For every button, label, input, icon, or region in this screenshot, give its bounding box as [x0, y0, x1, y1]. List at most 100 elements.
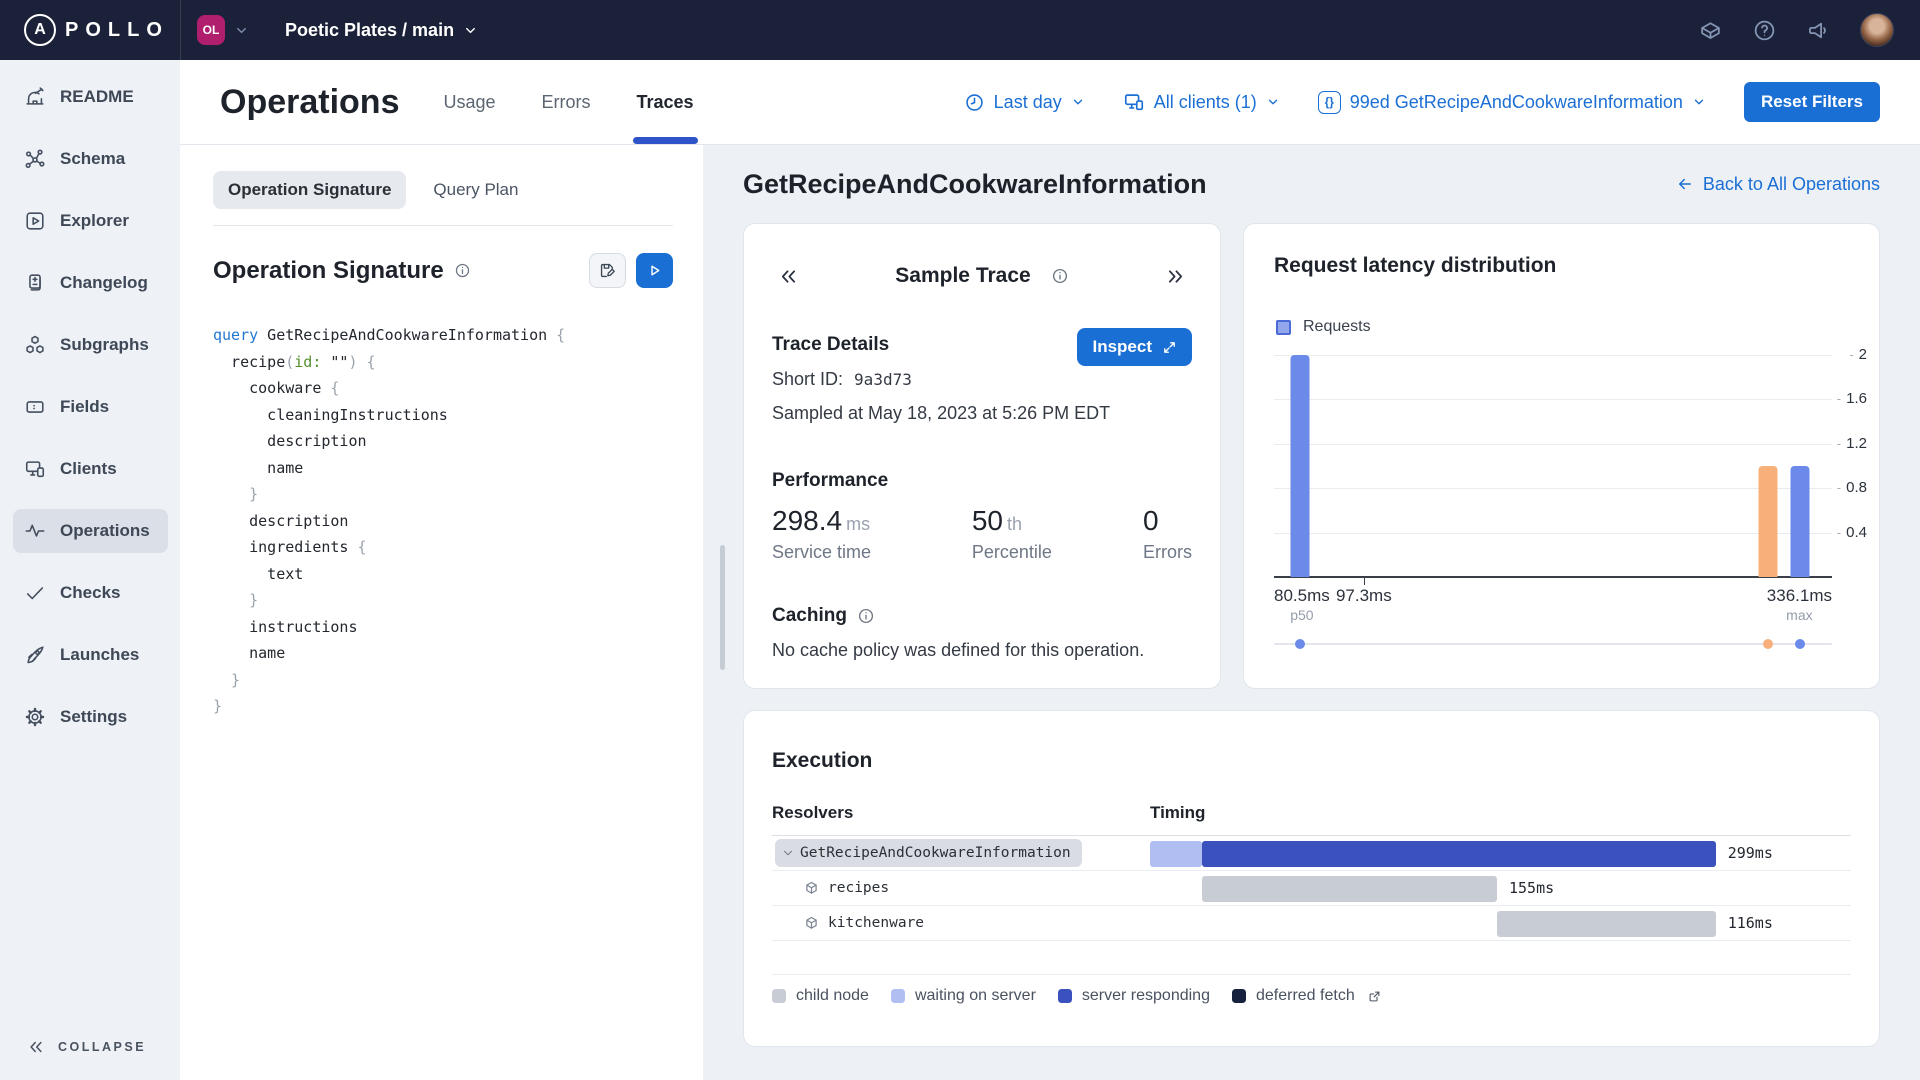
chevron-down-icon — [781, 846, 795, 860]
sidebar-item-label: Subgraphs — [60, 335, 149, 354]
short-id-value: 9a3d73 — [854, 370, 912, 389]
operation-filter-label: 99ed GetRecipeAndCookwareInformation — [1349, 91, 1683, 112]
y-tick-label: -1.6 — [1836, 390, 1867, 408]
latency-chart-title: Request latency distribution — [1274, 254, 1557, 277]
gridline — [1274, 399, 1832, 401]
resolver-name: kitchenware — [803, 915, 924, 932]
execution-row[interactable]: kitchenware 116ms — [772, 906, 1851, 941]
code-line: ingredients { — [213, 538, 367, 556]
tab-errors[interactable]: Errors — [542, 60, 591, 144]
latency-range-slider[interactable] — [1274, 638, 1832, 650]
short-id-label: Short ID: — [772, 369, 844, 389]
legend-label: server responding — [1081, 987, 1210, 1004]
play-icon[interactable] — [636, 253, 673, 288]
apollo-logo[interactable]: A POLLO — [0, 14, 180, 46]
inspect-button[interactable]: Inspect — [1077, 328, 1192, 366]
avatar[interactable] — [1860, 13, 1894, 47]
subgraphs-icon — [24, 334, 46, 356]
reset-filters-button[interactable]: Reset Filters — [1743, 82, 1880, 122]
timing-segment-responding — [1201, 840, 1716, 867]
execution-row[interactable]: recipes 155ms — [772, 871, 1851, 906]
time-range-filter[interactable]: Last day — [964, 92, 1085, 113]
help-icon[interactable] — [1752, 18, 1777, 43]
code-line: } — [213, 485, 259, 503]
duration-label: 155ms — [1508, 879, 1555, 897]
topbar: A POLLO OL Poetic Plates / main — [0, 0, 1920, 60]
chevron-down-icon — [1073, 99, 1082, 105]
info-icon[interactable] — [857, 607, 875, 625]
sidebar-item-launches[interactable]: Launches — [13, 633, 168, 677]
scrollbar-thumb[interactable] — [720, 545, 725, 670]
tab-operation-signature[interactable]: Operation Signature — [213, 171, 407, 209]
graphos-icon[interactable] — [1698, 18, 1723, 43]
org-switcher[interactable]: OL — [181, 15, 249, 45]
operation-filter[interactable]: {} 99ed GetRecipeAndCookwareInformation — [1317, 90, 1706, 114]
code-line: name — [213, 458, 304, 477]
operation-title-row: GetRecipeAndCookwareInformation Back to … — [743, 145, 1880, 223]
histogram-bar[interactable] — [1790, 466, 1810, 577]
top-cards: Sample Trace Trace Details Inspect Short… — [743, 223, 1880, 689]
signature-actions — [589, 253, 673, 288]
graph-breadcrumb[interactable]: Poetic Plates / main — [249, 20, 478, 41]
sidebar-item-changelog[interactable]: Changelog — [13, 261, 168, 305]
org-badge[interactable]: OL — [197, 15, 225, 45]
histogram-bar[interactable] — [1758, 466, 1778, 577]
gridline — [1274, 488, 1832, 490]
collapse-icon — [27, 1038, 45, 1056]
execution-legend: child node waiting on server server resp… — [772, 974, 1851, 1005]
legend-swatch — [772, 989, 786, 1003]
slider-dot[interactable] — [1762, 639, 1773, 649]
schema-icon — [24, 148, 46, 170]
latency-xticks: 80.5ms p50 97.3ms 336.1ms max — [1274, 586, 1832, 632]
y-tick-label: -1.2 — [1836, 434, 1867, 452]
stat-percentile: 50th Percentile — [972, 505, 1143, 563]
operation-title: GetRecipeAndCookwareInformation — [743, 168, 1207, 199]
collapse-button[interactable]: COLLAPSE — [0, 1038, 180, 1080]
cube-icon — [803, 915, 820, 932]
next-trace-icon[interactable] — [1159, 266, 1192, 287]
short-id-line: Short ID: 9a3d73 — [772, 369, 1192, 390]
edit-icon[interactable] — [589, 253, 626, 288]
breadcrumb: Poetic Plates / main — [285, 19, 455, 40]
resolver-toggle[interactable]: GetRecipeAndCookwareInformation — [775, 839, 1082, 867]
duration-label: 116ms — [1727, 914, 1773, 932]
sidebar-item-schema[interactable]: Schema — [13, 137, 168, 181]
sidebar-item-readme[interactable]: README — [13, 75, 168, 119]
previous-trace-icon[interactable] — [772, 266, 805, 287]
launches-icon — [24, 644, 46, 666]
execution-row[interactable]: GetRecipeAndCookwareInformation 299ms — [772, 836, 1851, 871]
sidebar-item-fields[interactable]: Fields — [13, 385, 168, 429]
fields-icon — [24, 396, 46, 418]
latency-legend-item[interactable]: Requests — [1276, 318, 1371, 336]
announcements-icon[interactable] — [1806, 18, 1831, 43]
slider-dot[interactable] — [1795, 639, 1806, 649]
external-link-icon[interactable] — [1367, 989, 1382, 1004]
app-body: README Schema Explorer Changelog Subgrap… — [0, 60, 1920, 1080]
x-tick: 80.5ms p50 — [1274, 586, 1330, 623]
info-icon[interactable] — [1051, 267, 1069, 285]
tab-usage[interactable]: Usage — [443, 60, 495, 144]
clients-filter[interactable]: All clients (1) — [1123, 91, 1280, 113]
sidebar-item-explorer[interactable]: Explorer — [13, 199, 168, 243]
info-icon[interactable] — [454, 262, 471, 279]
sidebar-item-operations[interactable]: Operations — [13, 509, 168, 553]
x-tick-label: 336.1ms — [1766, 586, 1832, 605]
tab-query-plan[interactable]: Query Plan — [433, 171, 518, 209]
slider-dot[interactable] — [1294, 639, 1305, 649]
operation-signature-code[interactable]: query GetRecipeAndCookwareInformation { … — [213, 322, 673, 720]
sidebar-item-subgraphs[interactable]: Subgraphs — [13, 323, 168, 367]
timing-cell: 155ms — [1150, 871, 1851, 905]
sidebar-item-label: Clients — [60, 459, 117, 478]
back-to-all-operations-link[interactable]: Back to All Operations — [1676, 174, 1880, 195]
sidebar-item-clients[interactable]: Clients — [13, 447, 168, 491]
main-area: GetRecipeAndCookwareInformation Back to … — [703, 145, 1920, 1080]
chevron-down-icon — [1694, 99, 1704, 105]
sample-trace-title: Sample Trace — [895, 264, 1031, 287]
x-tick-label: 80.5ms — [1274, 586, 1330, 605]
sidebar-item-checks[interactable]: Checks — [13, 571, 168, 615]
histogram-bar[interactable] — [1290, 355, 1310, 577]
x-axis — [1274, 576, 1832, 578]
stat-label: Service time — [772, 542, 872, 562]
tab-traces[interactable]: Traces — [632, 60, 698, 144]
sidebar-item-settings[interactable]: Settings — [13, 695, 168, 739]
